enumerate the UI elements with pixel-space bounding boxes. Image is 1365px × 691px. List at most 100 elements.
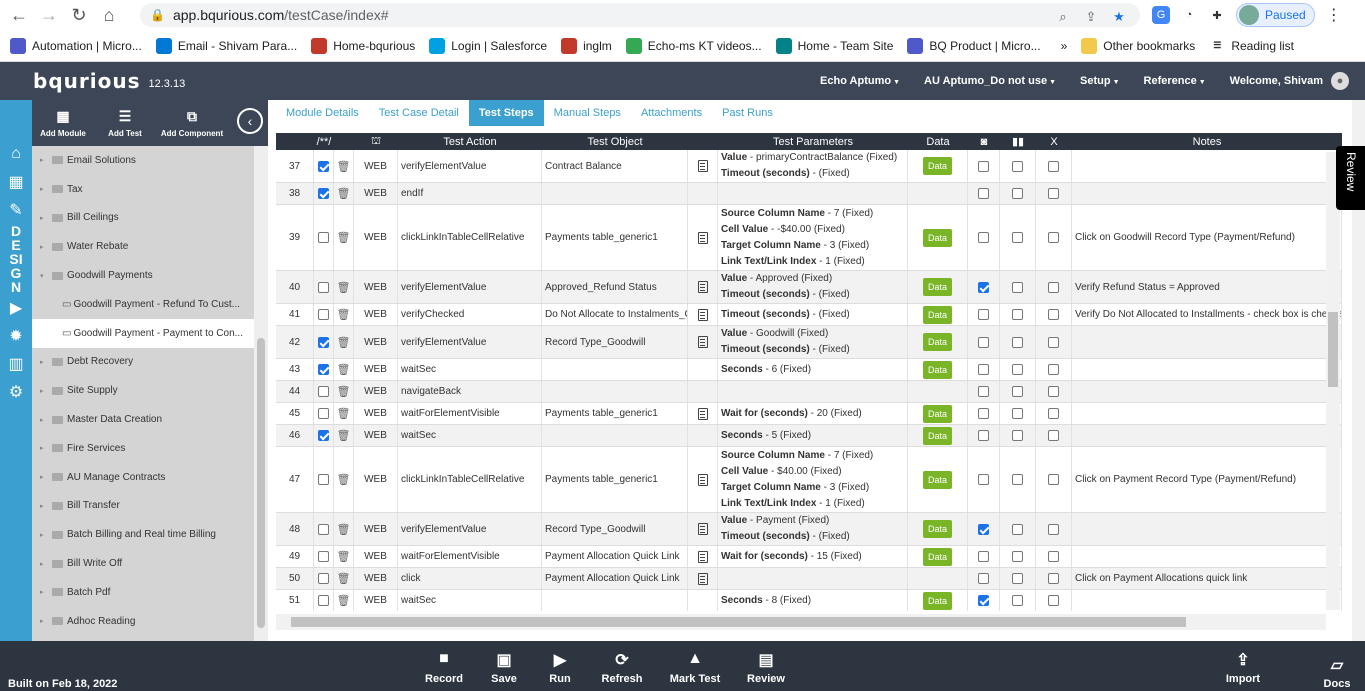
tree-test-item[interactable]: ▭ Goodwill Payment - Refund To Cust... [32,290,254,319]
tab-attachments[interactable]: Attachments [631,100,712,126]
document-icon[interactable] [697,473,708,486]
mark-test-button[interactable]: ▲ Mark Test [665,650,725,685]
record-button[interactable]: ■ Record [414,650,474,685]
collapsed-caret-icon[interactable]: ▸ [40,617,48,625]
skip-checkbox[interactable] [1048,188,1059,199]
test-parameters[interactable]: Value - primaryContractBalance (Fixed) Ti… [718,150,908,182]
enable-checkbox[interactable] [318,573,329,584]
collapsed-caret-icon[interactable]: ▸ [40,358,48,366]
data-button[interactable]: Data [922,470,952,489]
top-nav-1[interactable]: AU Aptumo_Do not use ▼ [924,75,1056,87]
skip-checkbox[interactable] [1048,309,1059,320]
screenshot-checkbox[interactable] [978,364,989,375]
collapsed-caret-icon[interactable]: ▸ [40,531,48,539]
forward-arrow-icon[interactable]: → [38,4,60,26]
calendar-icon[interactable]: ▦ [0,168,32,196]
pause-checkbox[interactable] [1012,408,1023,419]
test-parameters[interactable]: Value - Payment (Fixed) Timeout (seconds)… [718,513,908,545]
collapsed-caret-icon[interactable]: ▸ [40,560,48,568]
tree-module-item[interactable]: ▸ Debt Recovery [32,348,254,377]
data-button[interactable]: Data [922,333,952,351]
save-button[interactable]: ▣ Save [474,650,534,685]
test-object[interactable]: Do Not Allocate to Instalments_Goodwill [542,304,688,325]
test-object[interactable]: Payments table_generic1 [542,447,688,512]
pause-checkbox[interactable] [1012,573,1023,584]
tab-module-details[interactable]: Module Details [276,100,369,126]
chrome-menu-icon[interactable]: ⋮ [1325,6,1343,24]
tree-module-item[interactable]: ▸ Site Supply [32,376,254,405]
trash-icon[interactable]: 🗑 [337,594,351,607]
test-parameters[interactable]: Wait for (seconds) - 15 (Fixed) [718,546,908,567]
skip-checkbox[interactable] [1048,386,1059,397]
screenshot-checkbox[interactable] [978,386,989,397]
screenshot-checkbox[interactable] [978,188,989,199]
enable-checkbox[interactable] [318,188,329,199]
tree-module-item[interactable]: ▸ Water Rebate [32,232,254,261]
test-parameters[interactable]: Value - Goodwill (Fixed) Timeout (seconds… [718,326,908,358]
data-button[interactable]: Data [922,360,952,379]
grid-hscroll-thumb[interactable] [291,617,1186,627]
other-bookmarks-folder[interactable]: Other bookmarks [1081,37,1195,54]
test-object[interactable]: Contract Balance [542,150,688,182]
tree-module-item[interactable]: ▾ Goodwill Payments [32,261,254,290]
bookmark-item[interactable]: Email - Shivam Para... [155,37,297,54]
enable-checkbox[interactable] [318,336,329,348]
test-parameters[interactable] [718,381,908,402]
enable-checkbox[interactable] [318,386,329,397]
test-object[interactable]: Payment Allocation Quick Link [542,546,688,567]
zoom-icon[interactable]: ⌕ [1052,6,1074,28]
skip-checkbox[interactable] [1048,573,1059,584]
performance-extension-icon[interactable]: ◔ [1180,6,1198,24]
screenshot-checkbox[interactable] [978,309,989,320]
skip-checkbox[interactable] [1048,281,1059,293]
enable-checkbox[interactable] [318,364,329,375]
test-action[interactable]: verifyChecked [398,304,542,325]
docs-button[interactable]: ▱ Docs [1307,655,1365,690]
trash-icon[interactable]: 🗑 [337,572,351,585]
document-icon[interactable] [697,336,708,348]
back-arrow-icon[interactable]: ← [8,4,30,26]
tree-module-item[interactable]: ▸ Bill Ceilings [32,204,254,233]
tree-module-item[interactable]: ▸ Fire Services [32,434,254,463]
step-notes[interactable]: Verify Do Not Allocated to Installments … [1072,304,1342,325]
bookmarks-overflow-icon[interactable]: » [1061,39,1068,53]
test-object[interactable]: Payments table_generic1 [542,205,688,270]
address-bar[interactable]: 🔒 app.bqurious.com/testCase/index# ⌕ ⇪ ★ [140,3,1140,27]
step-notes[interactable] [1072,359,1342,380]
user-avatar-icon[interactable]: ● [1331,72,1349,90]
bug-icon[interactable]: ✹ [0,322,32,350]
test-parameters[interactable]: Source Column Name - 7 (Fixed) Cell Value… [718,205,908,270]
tree-module-item[interactable]: ▸ Bill Transfer [32,492,254,521]
test-parameters[interactable]: Timeout (seconds) - (Fixed) [718,304,908,325]
pause-checkbox[interactable] [1012,281,1023,293]
enable-checkbox[interactable] [318,474,329,485]
data-button[interactable]: Data [922,520,952,538]
skip-checkbox[interactable] [1048,430,1059,441]
pause-checkbox[interactable] [1012,430,1023,441]
test-object[interactable]: Payments table_generic1 [542,403,688,424]
data-button[interactable]: Data [922,426,952,445]
import-button[interactable]: ⇪ Import [1213,650,1273,685]
tree-module-item[interactable]: ▸ Adhoc Reading [32,607,254,636]
document-icon[interactable] [697,550,708,563]
tree-scroll-thumb[interactable] [257,338,265,628]
collapsed-caret-icon[interactable]: ▸ [40,502,48,510]
trash-icon[interactable]: 🗑 [337,160,351,173]
add-component-button[interactable]: ⧉ Add Component [156,108,228,138]
top-nav-3[interactable]: Reference ▼ [1144,75,1206,87]
test-object[interactable] [542,183,688,204]
run-button[interactable]: ▶ Run [530,650,590,685]
pause-checkbox[interactable] [1012,232,1023,243]
bookmark-item[interactable]: Home - Team Site [775,37,893,54]
grid-horizontal-scrollbar[interactable] [276,614,1326,630]
tab-manual-steps[interactable]: Manual Steps [544,100,631,126]
skip-checkbox[interactable] [1048,408,1059,419]
home-icon[interactable]: ⌂ [0,140,32,168]
step-notes[interactable] [1072,590,1342,611]
skip-checkbox[interactable] [1048,474,1059,485]
pencil-icon[interactable]: ✎ [0,196,32,224]
tree-module-item[interactable]: ▸ AU Manage Contracts [32,463,254,492]
trash-icon[interactable]: 🗑 [337,550,351,563]
screenshot-checkbox[interactable] [978,595,989,606]
test-action[interactable]: verifyElementValue [398,513,542,545]
